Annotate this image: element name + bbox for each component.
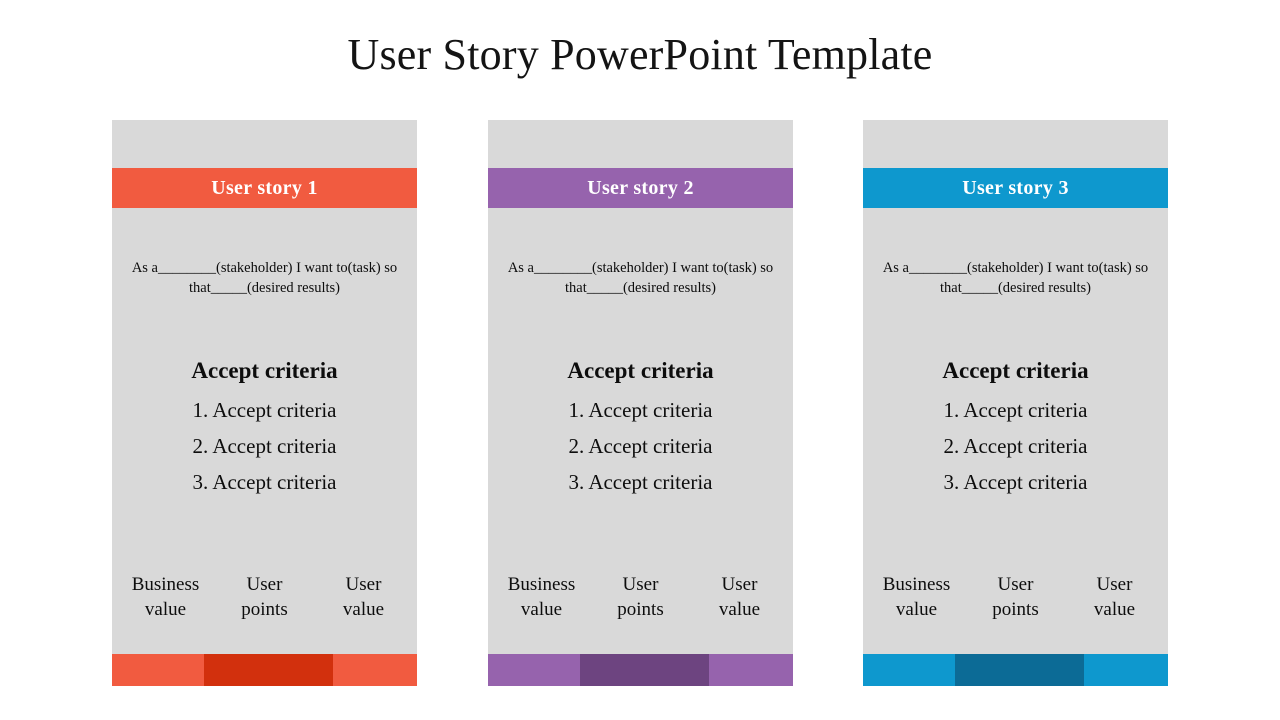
list-item: 2. Accept criteria (943, 434, 1088, 458)
footer-segment-middle (955, 654, 1085, 686)
accept-criteria-block: Accept criteria 1. Accept criteria 2. Ac… (112, 356, 417, 500)
metric-label-line2: points (617, 599, 664, 620)
footer-segment-right (333, 654, 417, 686)
user-story-card-group: User story 1 As a________(stakeholder) I… (112, 120, 1168, 686)
metric-label-line1: User (246, 574, 283, 595)
card-header-label: User story 3 (962, 177, 1069, 199)
accept-criteria-block: Accept criteria 1. Accept criteria 2. Ac… (488, 356, 793, 500)
metric-business-value: Business value (492, 572, 591, 622)
metric-label-line2: value (520, 599, 563, 620)
story-statement-text: As a________(stakeholder) I want to(task… (507, 260, 774, 296)
card-header-label: User story 2 (587, 177, 694, 199)
list-item: 1. Accept criteria (568, 398, 713, 422)
metric-user-value: User value (1065, 572, 1164, 622)
footer-segment-right (1084, 654, 1168, 686)
list-item: 2. Accept criteria (568, 434, 713, 458)
story-statement-text: As a________(stakeholder) I want to(task… (131, 260, 398, 296)
metric-user-points: User points (215, 572, 314, 622)
accept-criteria-heading: Accept criteria (942, 358, 1089, 383)
metrics-row: Business value User points User value (488, 572, 793, 622)
footer-segment-middle (204, 654, 334, 686)
list-item: 3. Accept criteria (943, 470, 1088, 494)
story-statement-text: As a________(stakeholder) I want to(task… (882, 260, 1149, 296)
user-story-card[interactable]: User story 2 As a________(stakeholder) I… (488, 120, 793, 686)
card-header-bar: User story 2 (488, 168, 793, 208)
metric-label-line2: points (241, 599, 288, 620)
card-header-bar: User story 1 (112, 168, 417, 208)
metric-user-points: User points (966, 572, 1065, 622)
accept-criteria-list: 1. Accept criteria 2. Accept criteria 3.… (112, 392, 417, 500)
metrics-row: Business value User points User value (863, 572, 1168, 622)
metric-user-value: User value (690, 572, 789, 622)
metrics-row: Business value User points User value (112, 572, 417, 622)
metric-business-value: Business value (116, 572, 215, 622)
accept-criteria-list: 1. Accept criteria 2. Accept criteria 3.… (488, 392, 793, 500)
metric-label-line1: User (622, 574, 659, 595)
footer-segment-left (488, 654, 581, 686)
metric-label-line2: value (342, 599, 385, 620)
user-story-card[interactable]: User story 3 As a________(stakeholder) I… (863, 120, 1168, 686)
card-footer-bar (488, 654, 793, 686)
footer-segment-right (709, 654, 793, 686)
metric-user-points: User points (591, 572, 690, 622)
card-header-label: User story 1 (211, 177, 318, 199)
accept-criteria-list: 1. Accept criteria 2. Accept criteria 3.… (863, 392, 1168, 500)
accept-criteria-heading: Accept criteria (567, 358, 714, 383)
card-footer-bar (112, 654, 417, 686)
metric-label-line1: User (721, 574, 758, 595)
metric-label-line1: User (345, 574, 382, 595)
metric-label-line1: Business (131, 574, 200, 595)
metric-label-line1: Business (507, 574, 576, 595)
list-item: 1. Accept criteria (943, 398, 1088, 422)
list-item: 3. Accept criteria (192, 470, 337, 494)
metric-label-line2: value (144, 599, 187, 620)
metric-user-value: User value (314, 572, 413, 622)
list-item: 2. Accept criteria (192, 434, 337, 458)
accept-criteria-block: Accept criteria 1. Accept criteria 2. Ac… (863, 356, 1168, 500)
list-item: 1. Accept criteria (192, 398, 337, 422)
list-item: 3. Accept criteria (568, 470, 713, 494)
footer-segment-left (112, 654, 205, 686)
metric-label-line1: Business (882, 574, 951, 595)
metric-label-line2: value (895, 599, 938, 620)
user-story-card[interactable]: User story 1 As a________(stakeholder) I… (112, 120, 417, 686)
metric-business-value: Business value (867, 572, 966, 622)
card-footer-bar (863, 654, 1168, 686)
slide-canvas: User Story PowerPoint Template User stor… (0, 0, 1280, 720)
metric-label-line1: User (997, 574, 1034, 595)
metric-label-line2: value (718, 599, 761, 620)
footer-segment-left (863, 654, 956, 686)
accept-criteria-heading: Accept criteria (191, 358, 338, 383)
page-title: User Story PowerPoint Template (347, 30, 933, 79)
footer-segment-middle (580, 654, 710, 686)
card-header-bar: User story 3 (863, 168, 1168, 208)
metric-label-line2: points (992, 599, 1039, 620)
metric-label-line2: value (1093, 599, 1136, 620)
metric-label-line1: User (1096, 574, 1133, 595)
